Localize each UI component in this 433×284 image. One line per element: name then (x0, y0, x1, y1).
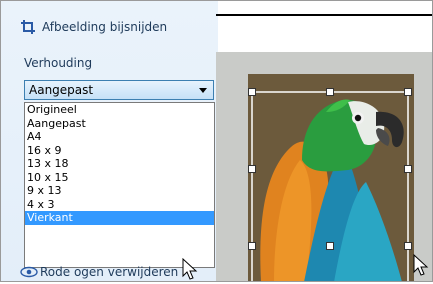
ratio-label: Verhouding (24, 56, 93, 70)
crop-title[interactable]: Afbeelding bijsnijden (20, 17, 167, 37)
crop-handle-bottom-right[interactable] (404, 242, 412, 250)
red-eye-label: Rode ogen verwijderen (40, 265, 179, 279)
ratio-option[interactable]: 16 x 9 (25, 144, 214, 158)
ratio-option[interactable]: Origineel (25, 103, 214, 117)
ratio-select[interactable]: Aangepast (24, 80, 214, 100)
crop-handle-bottom-left[interactable] (248, 242, 256, 250)
ratio-select-value: Aangepast (29, 83, 94, 97)
ratio-option[interactable]: 4 x 3 (25, 198, 214, 212)
ratio-option[interactable]: A4 (25, 130, 214, 144)
ratio-option[interactable]: 10 x 15 (25, 171, 214, 185)
hand-cursor-icon (182, 258, 198, 280)
eye-icon (20, 263, 38, 281)
crop-panel: Afbeelding bijsnijden Verhouding Aangepa… (0, 0, 218, 282)
crop-handle-middle-right[interactable] (404, 165, 412, 173)
ratio-option[interactable]: 13 x 18 (25, 157, 214, 171)
crop-handle-top-right[interactable] (404, 88, 412, 96)
crop-handle-top-left[interactable] (248, 88, 256, 96)
crop-handle-top-center[interactable] (326, 88, 334, 96)
ratio-dropdown-list: Origineel Aangepast A4 16 x 9 13 x 18 10… (24, 102, 215, 268)
photo-preview (216, 52, 433, 282)
divider-line (216, 14, 433, 16)
ratio-option[interactable]: 9 x 13 (25, 184, 214, 198)
crop-icon (20, 19, 36, 35)
crop-handle-middle-left[interactable] (248, 165, 256, 173)
ratio-option-highlighted[interactable]: Vierkant (25, 211, 214, 225)
crop-title-text: Afbeelding bijsnijden (42, 20, 168, 34)
chevron-down-icon[interactable] (199, 88, 207, 93)
ratio-option[interactable]: Aangepast (25, 117, 214, 131)
arrow-cursor-icon (413, 254, 429, 276)
crop-handle-bottom-center[interactable] (326, 242, 334, 250)
